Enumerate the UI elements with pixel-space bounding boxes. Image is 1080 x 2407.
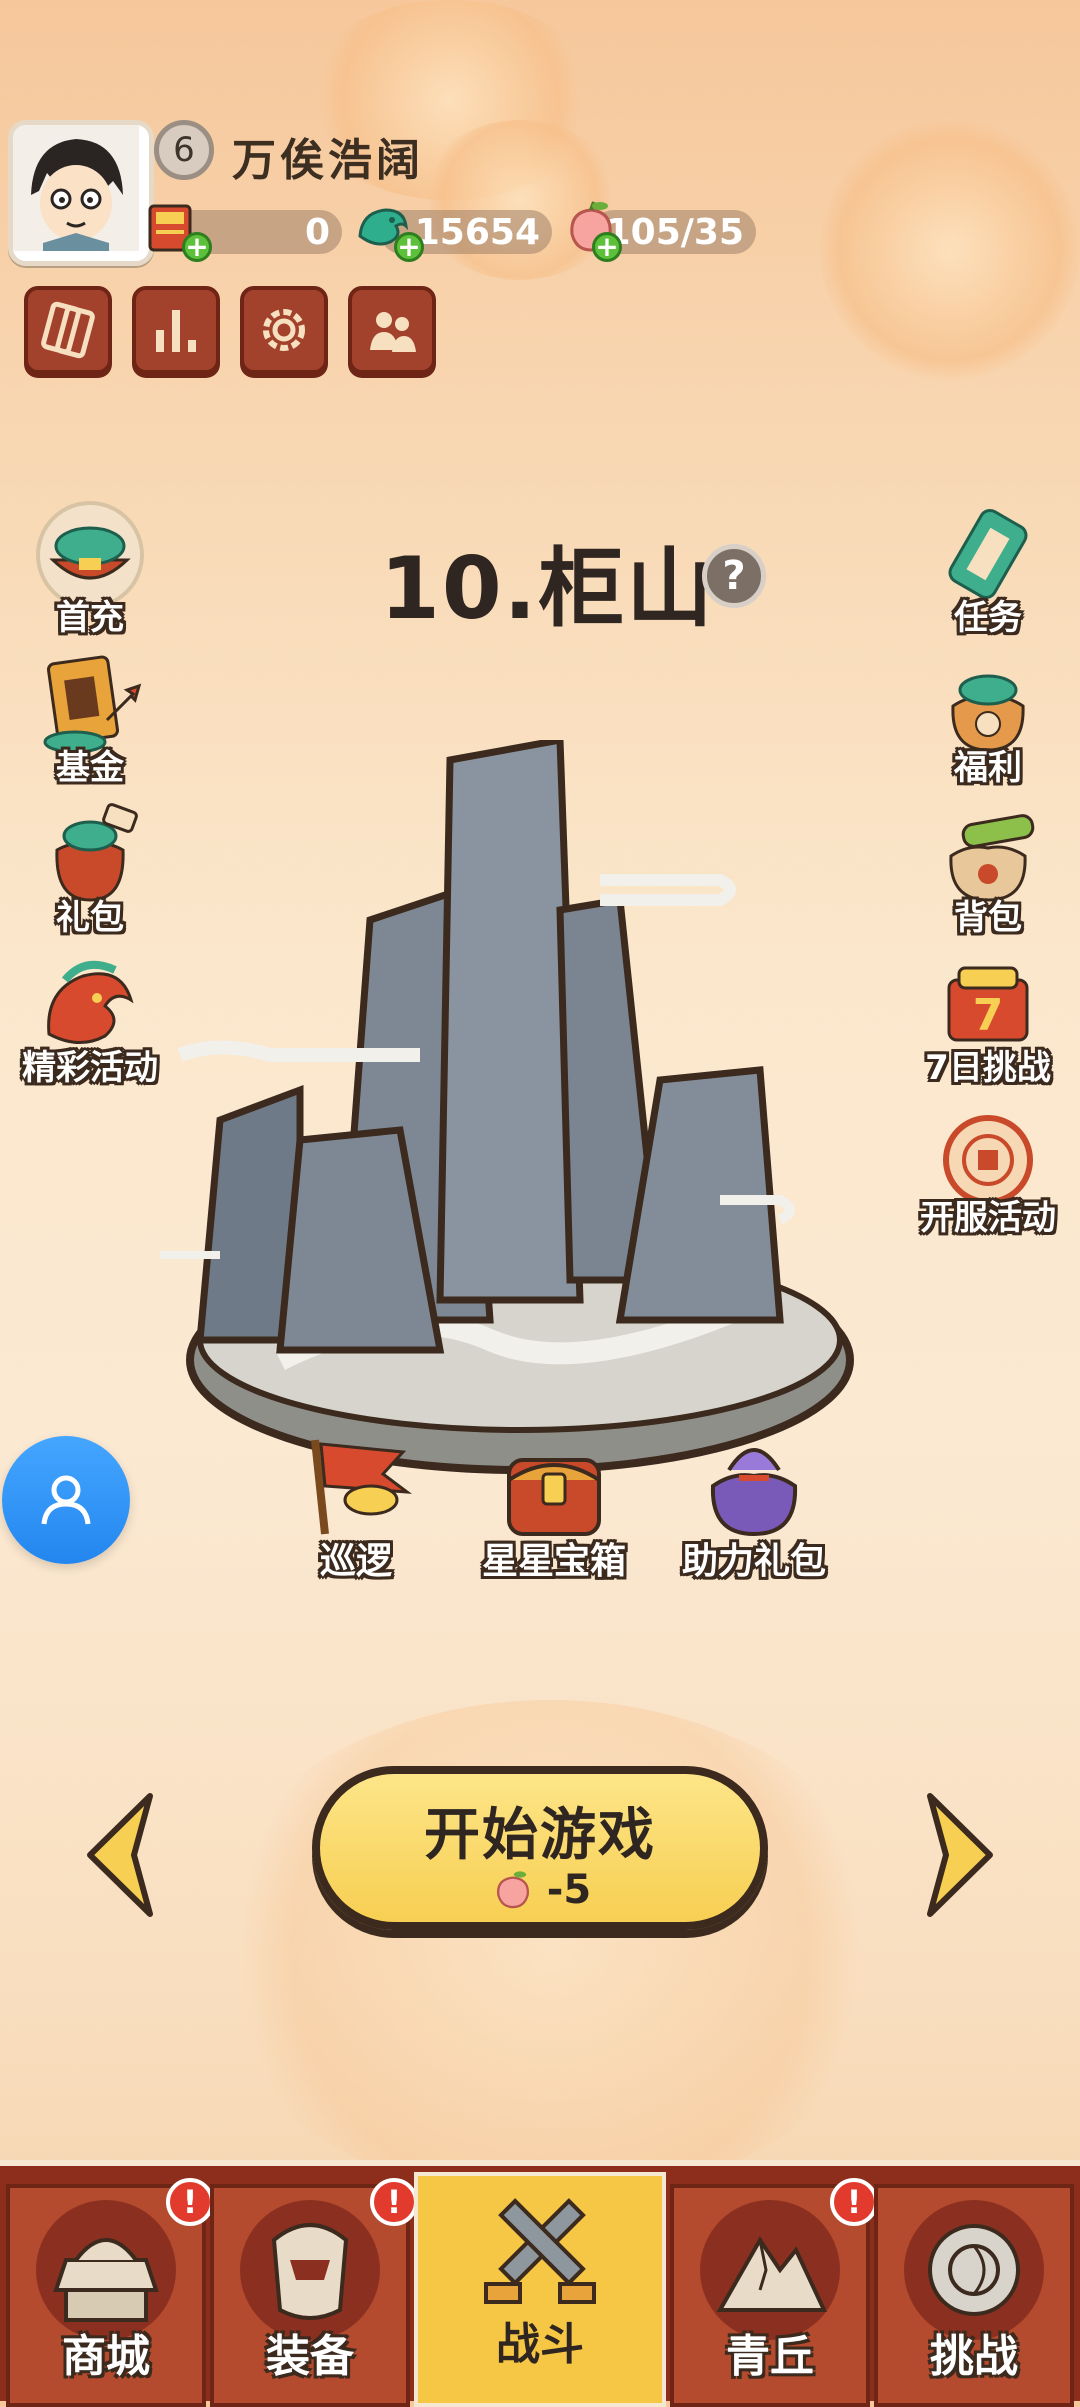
shop-icon xyxy=(36,2200,176,2340)
mountain-rocks-illustration xyxy=(160,740,854,1474)
next-stage-arrow[interactable] xyxy=(920,1790,1000,1920)
previous-stage-arrow[interactable] xyxy=(80,1790,160,1920)
gift-pack-label: 礼包 xyxy=(56,898,124,938)
svg-text:7: 7 xyxy=(973,990,1004,1041)
tab-qingqiu-label: 青丘 xyxy=(726,2331,814,2382)
player-name: 万俟浩阔 xyxy=(232,135,424,186)
ranking-button[interactable] xyxy=(132,286,220,374)
start-cost-value: -5 xyxy=(546,1867,592,1913)
backpack-label: 背包 xyxy=(954,898,1022,938)
server-event-button[interactable]: 开服活动 xyxy=(898,1100,1078,1239)
seven-day-label: 7日挑战 xyxy=(925,1048,1051,1088)
start-game-label: 开始游戏 xyxy=(424,1803,656,1868)
gift-pack-button[interactable]: 礼包 xyxy=(10,800,170,939)
challenge-gong-icon xyxy=(904,2200,1044,2340)
settings-button[interactable] xyxy=(240,286,328,374)
star-chest-icon xyxy=(489,1430,619,1540)
start-cost: -5 xyxy=(320,1867,760,1913)
task-button[interactable]: 任务 xyxy=(908,500,1068,639)
background-lantern xyxy=(820,120,1080,380)
customer-support-button[interactable] xyxy=(2,1436,130,1564)
player-avatar[interactable] xyxy=(8,120,154,266)
tab-shop[interactable]: 商城 ! xyxy=(6,2178,214,2407)
jade-coin-value: 15654 xyxy=(414,211,540,253)
player-level-badge: 6 xyxy=(154,120,214,180)
tab-equipment-label: 装备 xyxy=(266,2331,354,2382)
mountain-icon xyxy=(700,2200,840,2340)
events-label: 精彩活动 xyxy=(22,1048,158,1088)
first-charge-label: 首充 xyxy=(56,598,124,638)
scroll-ticket-value: 0 xyxy=(304,211,330,253)
add-peach-button[interactable]: + xyxy=(592,232,622,262)
add-jade-button[interactable]: + xyxy=(394,232,424,262)
tab-qingqiu[interactable]: 青丘 ! xyxy=(670,2178,878,2407)
seven-day-button[interactable]: 7 7日挑战 xyxy=(908,950,1068,1089)
bottom-nav: 商城 ! 装备 ! 战斗 青丘 ! 挑战 xyxy=(0,2160,1080,2407)
friends-button[interactable] xyxy=(348,286,436,374)
patrol-button[interactable]: 巡逻 xyxy=(256,1430,456,1584)
star-chest-button[interactable]: 星星宝箱 xyxy=(454,1430,654,1584)
start-game-button[interactable]: 开始游戏 -5 xyxy=(312,1766,768,1930)
welfare-label: 福利 xyxy=(954,748,1022,788)
tab-equipment[interactable]: 装备 ! xyxy=(210,2178,418,2407)
tab-challenge[interactable]: 挑战 xyxy=(874,2184,1074,2407)
help-icon[interactable]: ? xyxy=(702,544,766,608)
peach-icon xyxy=(496,1871,529,1909)
add-scroll-button[interactable]: + xyxy=(182,232,212,262)
first-charge-button[interactable]: 首充 xyxy=(10,500,170,639)
crossed-swords-icon xyxy=(470,2188,610,2328)
card-button[interactable] xyxy=(24,286,112,374)
events-button[interactable]: 精彩活动 xyxy=(0,950,180,1089)
assist-pack-button[interactable]: 助力礼包 xyxy=(654,1430,854,1584)
fund-button[interactable]: 基金 xyxy=(10,650,170,789)
tab-battle[interactable]: 战斗 xyxy=(414,2172,666,2407)
qingqiu-notification-badge: ! xyxy=(830,2178,878,2226)
shop-notification-badge: ! xyxy=(166,2178,214,2226)
ranking-icon xyxy=(156,310,196,352)
patrol-flag-icon xyxy=(291,1430,421,1540)
card-icon xyxy=(41,301,95,359)
friends-icon xyxy=(370,312,416,352)
peach-stamina-value: 105/35 xyxy=(605,211,744,253)
fund-label: 基金 xyxy=(56,748,124,788)
assist-bag-icon xyxy=(689,1430,819,1540)
server-event-label: 开服活动 xyxy=(920,1198,1056,1238)
settings-gear-icon xyxy=(263,309,305,351)
user-icon xyxy=(41,1475,91,1525)
stage-title: 10.柜山 xyxy=(380,539,715,639)
tab-battle-label: 战斗 xyxy=(496,2319,584,2370)
equipment-notification-badge: ! xyxy=(370,2178,418,2226)
tab-challenge-label: 挑战 xyxy=(930,2331,1018,2382)
backpack-button[interactable]: 背包 xyxy=(908,800,1068,939)
task-label: 任务 xyxy=(954,598,1022,638)
armor-icon xyxy=(240,2200,380,2340)
welfare-button[interactable]: 福利 xyxy=(908,650,1068,789)
cartoon-boy-avatar-icon xyxy=(13,125,139,251)
tab-shop-label: 商城 xyxy=(62,2331,150,2382)
player-level: 6 xyxy=(173,130,195,170)
